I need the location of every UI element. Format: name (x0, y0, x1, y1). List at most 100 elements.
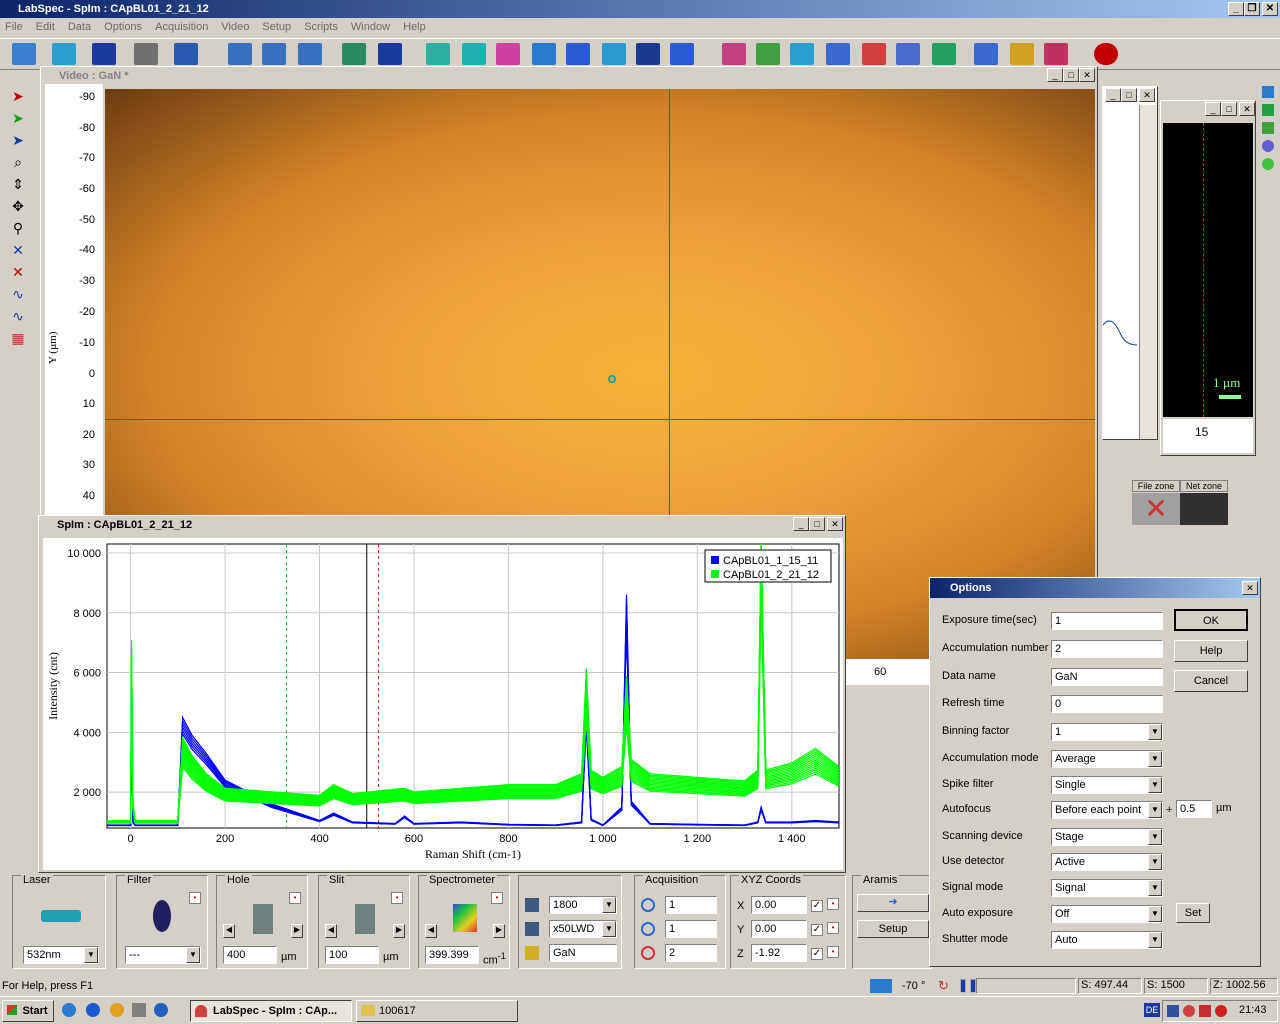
help-button[interactable]: Help (1174, 640, 1248, 662)
grid-icon[interactable] (426, 43, 450, 65)
image-minimize-button[interactable]: _ (1205, 102, 1221, 116)
option-select[interactable]: Stage ▼ (1051, 828, 1163, 846)
option-input[interactable]: GaN (1051, 668, 1163, 686)
chevron-down-icon[interactable]: ▼ (1148, 932, 1162, 948)
set-button[interactable]: Set (1176, 903, 1210, 923)
menu-options[interactable]: Options (99, 18, 147, 36)
close-button[interactable]: ✕ (1262, 2, 1278, 16)
image-maximize-button[interactable]: □ (1221, 102, 1237, 116)
marker-tool-icon[interactable]: ✕ (10, 264, 26, 280)
pan-tool-icon[interactable]: ✥ (10, 198, 26, 214)
right-tool-icon[interactable] (1262, 158, 1274, 170)
hole-increase-button[interactable]: ▶ (291, 924, 303, 938)
fit-tool-icon[interactable]: ∿ (10, 308, 26, 324)
menu-acquisition[interactable]: Acquisition (150, 18, 213, 36)
option-input[interactable]: 2 (1051, 640, 1163, 658)
spectrometer-decrease-button[interactable]: ◀ (425, 924, 437, 938)
net-zone-icon[interactable] (1180, 493, 1228, 525)
chevron-down-icon[interactable]: ▼ (1148, 802, 1162, 818)
tray-security-icon[interactable] (1183, 1005, 1195, 1017)
multi-spectrum-icon[interactable] (896, 43, 920, 65)
option-select[interactable]: 1 ▼ (1051, 723, 1163, 741)
video-maximize-button[interactable]: □ (1063, 68, 1079, 82)
y-input[interactable]: 0.00 (751, 920, 807, 938)
menu-video[interactable]: Video (216, 18, 254, 36)
acquisition-repeat-input[interactable]: 2 (665, 944, 717, 962)
grid-tool-icon[interactable]: ▦ (10, 330, 26, 346)
math-icon[interactable] (974, 43, 998, 65)
function-icon[interactable] (862, 43, 886, 65)
menu-data[interactable]: Data (63, 18, 96, 36)
objective-select[interactable]: x50LWD ▼ (549, 920, 617, 938)
sample-point-marker[interactable] (608, 375, 616, 383)
peaks-icon[interactable] (722, 43, 746, 65)
spectrometer-action-icon[interactable]: • (491, 892, 503, 904)
pointer-red-icon[interactable]: ➤ (10, 88, 26, 104)
option-select[interactable]: Average ▼ (1051, 750, 1163, 768)
x-action-icon[interactable]: • (827, 898, 839, 910)
hole-action-icon[interactable]: • (289, 892, 301, 904)
chevron-down-icon[interactable]: ▼ (1148, 751, 1162, 767)
cluster-icon[interactable] (932, 43, 956, 65)
repeat-icon[interactable] (641, 946, 655, 960)
cancel-button[interactable]: Cancel (1174, 670, 1248, 692)
menu-edit[interactable]: Edit (31, 18, 60, 36)
tray-shield-icon[interactable] (1199, 1005, 1211, 1017)
cursor-tool-icon[interactable]: ⚲ (10, 220, 26, 236)
image-view[interactable]: 1 µm (1163, 123, 1253, 417)
grating-select[interactable]: 1800 ▼ (549, 896, 617, 914)
open-icon[interactable] (12, 43, 36, 65)
browser-icon[interactable] (86, 1003, 100, 1017)
option-select[interactable]: Single ▼ (1051, 776, 1163, 794)
right-tool-icon[interactable] (1262, 86, 1274, 98)
aramis-setup-button[interactable]: Setup (857, 920, 929, 938)
z-input[interactable]: -1.92 (751, 944, 807, 962)
quicklaunch-icon[interactable] (62, 1003, 76, 1017)
level-tool-icon[interactable]: ⇕ (10, 176, 26, 192)
zoom-icon[interactable] (342, 43, 366, 65)
horizontal-move-icon[interactable] (298, 43, 322, 65)
tray-update-icon[interactable] (1215, 1005, 1227, 1017)
minimize-button[interactable]: _ (1228, 2, 1244, 16)
vertical-move-icon[interactable] (262, 43, 286, 65)
option-select[interactable]: Active ▼ (1051, 853, 1163, 871)
option-select[interactable]: Signal ▼ (1051, 879, 1163, 897)
smooth-icon[interactable] (790, 43, 814, 65)
fit-icon[interactable] (670, 43, 694, 65)
acquisition-time-input[interactable]: 1 (665, 896, 717, 914)
cross-tool-icon[interactable]: ✕ (10, 242, 26, 258)
restore-button[interactable]: ❐ (1244, 2, 1260, 16)
option-select[interactable]: Off ▼ (1051, 905, 1163, 923)
x-lock-checkbox[interactable]: ✓ (811, 900, 823, 912)
peak-tool-icon[interactable]: ∿ (10, 286, 26, 302)
y-lock-checkbox[interactable]: ✓ (811, 924, 823, 936)
multi-point-icon[interactable] (532, 43, 556, 65)
chevron-down-icon[interactable]: ▼ (84, 947, 98, 963)
video-minimize-button[interactable]: _ (1047, 68, 1063, 82)
z-lock-checkbox[interactable]: ✓ (811, 948, 823, 960)
book-icon[interactable] (52, 43, 76, 65)
clock-icon[interactable] (641, 922, 655, 936)
options-close-button[interactable]: ✕ (1242, 581, 1258, 595)
video-close-button[interactable]: ✕ (1079, 68, 1095, 82)
profile-maximize-button[interactable]: □ (1121, 88, 1137, 102)
image-close-button[interactable]: ✕ (1239, 102, 1255, 116)
task-folder[interactable]: 100617 (356, 1000, 518, 1022)
crosshair-icon[interactable] (641, 898, 655, 912)
right-tool-icon[interactable] (1262, 122, 1274, 134)
stop-icon[interactable] (1094, 43, 1118, 65)
spectrometer-increase-button[interactable]: ▶ (493, 924, 505, 938)
option-select[interactable]: Auto ▼ (1051, 931, 1163, 949)
profile-scrollbar[interactable] (1139, 105, 1157, 439)
chevron-down-icon[interactable]: ▼ (602, 921, 616, 937)
media-app-icon[interactable] (154, 1003, 168, 1017)
chevron-down-icon[interactable]: ▼ (602, 897, 616, 913)
chevron-down-icon[interactable]: ▼ (1148, 880, 1162, 896)
chevron-down-icon[interactable]: ▼ (186, 947, 200, 963)
chevron-down-icon[interactable]: ▼ (1148, 724, 1162, 740)
spectrum-maximize-button[interactable]: □ (809, 517, 825, 531)
spectrum-minimize-button[interactable]: _ (793, 517, 809, 531)
chevron-down-icon[interactable]: ▼ (1148, 777, 1162, 793)
filter-action-icon[interactable]: • (189, 892, 201, 904)
option-input[interactable]: 0 (1051, 695, 1163, 713)
